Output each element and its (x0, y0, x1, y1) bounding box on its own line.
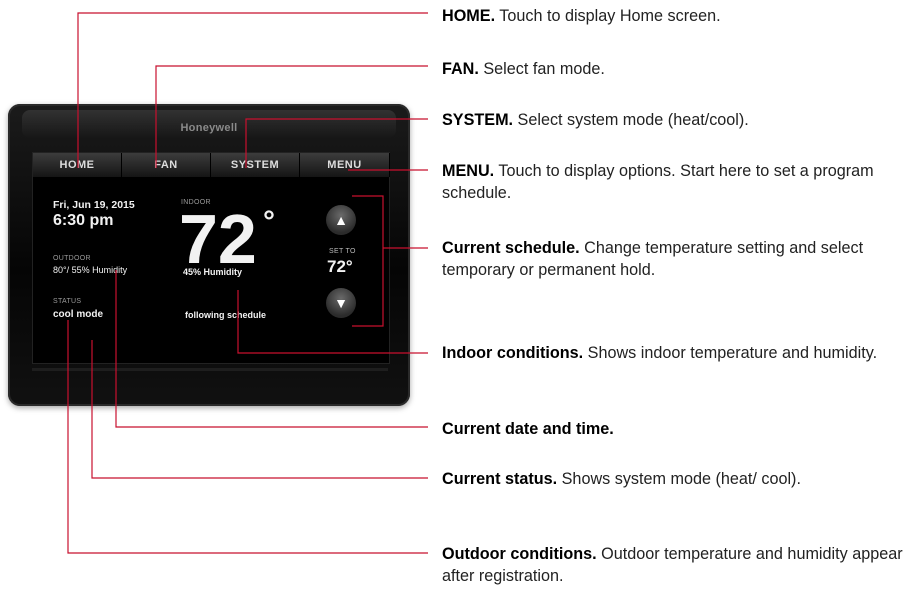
callout-home-title: HOME. (442, 7, 496, 25)
callout-indoor-conditions: Indoor conditions. Shows indoor temperat… (442, 342, 914, 364)
leader-date (115, 270, 428, 428)
callout-system-title: SYSTEM. (442, 111, 514, 129)
callout-indoor-text: Shows indoor temperature and humidity. (583, 344, 878, 362)
leader-home (77, 12, 428, 168)
callout-system: SYSTEM. Select system mode (heat/cool). (442, 109, 914, 131)
callout-outdoor-title: Outdoor conditions. (442, 545, 597, 563)
callout-indoor-title: Indoor conditions. (442, 344, 584, 362)
callout-date-title: Current date and time. (442, 420, 614, 438)
callout-home-text: Touch to display Home screen. (495, 7, 721, 25)
callout-outdoor-conditions: Outdoor conditions. Outdoor temperature … (442, 543, 914, 587)
callout-fan: FAN. Select fan mode. (442, 58, 914, 80)
callout-menu-text: Touch to display options. Start here to … (442, 162, 874, 202)
leader-status (91, 340, 428, 479)
leader-lines (67, 12, 428, 554)
leader-indoor (237, 290, 428, 354)
callout-home: HOME. Touch to display Home screen. (442, 5, 914, 27)
callout-menu-title: MENU. (442, 162, 495, 180)
callout-status-text: Shows system mode (heat/ cool). (557, 470, 801, 488)
leader-system (245, 118, 428, 168)
callout-fan-text: Select fan mode. (478, 60, 605, 78)
callout-current-status: Current status. Shows system mode (heat/… (442, 468, 914, 490)
leader-fan (155, 65, 428, 168)
leader-outdoor (67, 320, 428, 554)
callout-system-text: Select system mode (heat/cool). (513, 111, 749, 129)
leader-schedule-bracket (352, 195, 384, 327)
callout-menu: MENU. Touch to display options. Start he… (442, 160, 914, 204)
callout-status-title: Current status. (442, 470, 558, 488)
callout-schedule-title: Current schedule. (442, 239, 580, 257)
callout-date-time: Current date and time. (442, 418, 914, 440)
callout-current-schedule: Current schedule. Change temperature set… (442, 237, 914, 281)
callout-fan-title: FAN. (442, 60, 479, 78)
